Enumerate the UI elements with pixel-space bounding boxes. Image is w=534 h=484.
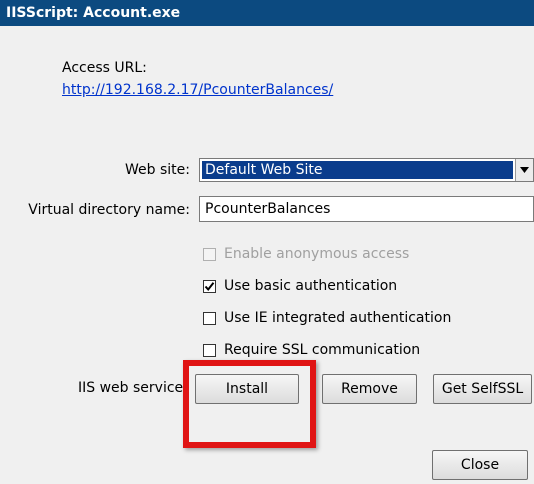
- web-site-selected-value: Default Web Site: [202, 161, 513, 179]
- web-site-label: Web site:: [125, 162, 190, 178]
- window-title: IISScript: Account.exe: [6, 5, 181, 21]
- get-selfssl-button[interactable]: Get SelfSSL: [433, 374, 532, 404]
- checkmark-icon: [204, 282, 215, 292]
- virtual-directory-label: Virtual directory name:: [28, 202, 190, 218]
- require-ssl-checkbox[interactable]: [203, 344, 216, 357]
- web-site-select[interactable]: Default Web Site: [199, 158, 534, 182]
- access-url-label: Access URL:: [62, 60, 147, 76]
- dialog-body: Access URL: http://192.168.2.17/Pcounter…: [0, 26, 534, 484]
- close-button[interactable]: Close: [432, 450, 528, 480]
- dropdown-arrow-icon[interactable]: [515, 159, 533, 181]
- ie-integrated-auth-label[interactable]: Use IE integrated authentication: [224, 310, 451, 326]
- ie-integrated-auth-checkbox[interactable]: [203, 312, 216, 325]
- remove-button[interactable]: Remove: [322, 374, 417, 404]
- enable-anonymous-checkbox: [203, 248, 216, 261]
- iis-web-service-label: IIS web service:: [78, 380, 188, 396]
- install-highlight-box: [183, 360, 316, 448]
- window-title-bar: IISScript: Account.exe: [0, 0, 534, 26]
- enable-anonymous-label: Enable anonymous access: [224, 246, 410, 262]
- access-url-link[interactable]: http://192.168.2.17/PcounterBalances/: [62, 82, 333, 98]
- require-ssl-label[interactable]: Require SSL communication: [224, 342, 420, 358]
- virtual-directory-input[interactable]: PcounterBalances: [199, 196, 534, 222]
- basic-auth-label[interactable]: Use basic authentication: [224, 278, 397, 294]
- basic-auth-checkbox[interactable]: [203, 280, 216, 293]
